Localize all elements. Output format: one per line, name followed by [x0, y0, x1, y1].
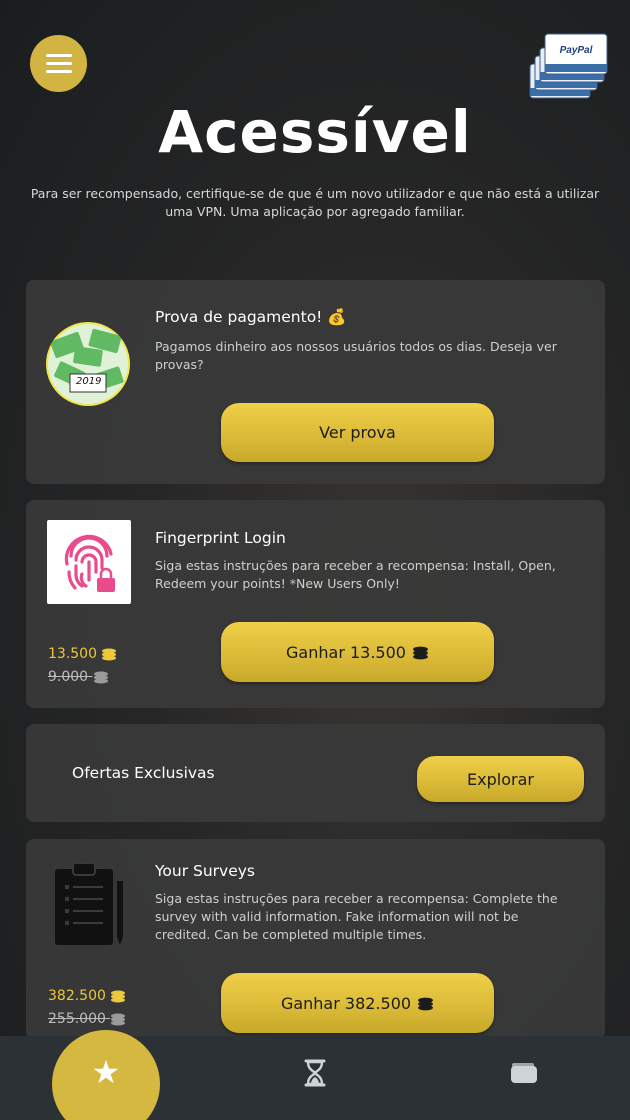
coins-icon — [111, 1013, 126, 1026]
fingerprint-price-new-value: 13.500 — [48, 646, 97, 662]
earn-fingerprint-button-label: Ganhar 13.500 — [286, 642, 406, 662]
fingerprint-app-icon — [47, 520, 131, 604]
page-subtitle: Para ser recompensado, certifique-se de … — [30, 186, 600, 219]
coins-icon — [111, 990, 126, 1003]
coins-icon — [413, 646, 428, 659]
surveys-price-old: 255.000 — [48, 1011, 126, 1027]
menu-line — [45, 62, 72, 65]
surveys-price-old-value: 255.000 — [48, 1011, 106, 1027]
explore-button-label: Explorar — [467, 769, 534, 789]
proof-image: 2019 — [46, 322, 130, 406]
coins-icon — [418, 997, 433, 1010]
view-proof-button-label: Ver prova — [319, 423, 396, 442]
coins-icon — [102, 648, 117, 661]
wallet-icon — [511, 1063, 537, 1083]
explore-button[interactable]: Explorar — [417, 756, 584, 802]
surveys-price-new-value: 382.500 — [48, 988, 106, 1004]
coins-icon — [93, 671, 108, 684]
hourglass-icon — [304, 1059, 326, 1087]
paypal-cards-icon[interactable]: PayPal — [528, 30, 610, 102]
fingerprint-offer-title: Fingerprint Login — [155, 529, 286, 547]
proof-card: 2019 Prova de pagamento! 💰 Pagamos dinhe… — [26, 280, 605, 484]
earn-surveys-button-label: Ganhar 382.500 — [280, 993, 412, 1013]
exclusive-offers-title: Ofertas Exclusivas — [72, 764, 215, 782]
proof-image-year: 2019 — [76, 376, 102, 387]
menu-line — [45, 54, 72, 57]
earn-fingerprint-button[interactable]: Ganhar 13.500 — [221, 622, 494, 682]
svg-text:PayPal: PayPal — [560, 45, 593, 56]
menu-line — [45, 70, 72, 73]
fingerprint-price-old-value: 9.000 — [48, 669, 89, 685]
proof-card-title: Prova de pagamento! 💰 — [155, 308, 347, 326]
surveys-offer-card[interactable]: Your Surveys Siga estas instruções para … — [26, 839, 605, 1039]
star-icon: ★ — [91, 1053, 121, 1091]
exclusive-offers-card: Ofertas Exclusivas Explorar — [26, 724, 605, 822]
tab-history[interactable] — [298, 1056, 332, 1090]
fingerprint-price-new: 13.500 — [48, 646, 117, 662]
fingerprint-offer-description: Siga estas instruções para receber a rec… — [155, 558, 556, 591]
page-title: Acessível — [158, 98, 472, 166]
tab-wallet[interactable] — [507, 1056, 541, 1090]
fingerprint-price-old: 9.000 — [48, 669, 109, 685]
fingerprint-offer-card[interactable]: Fingerprint Login Siga estas instruções … — [26, 500, 605, 708]
proof-card-description: Pagamos dinheiro aos nossos usuários tod… — [155, 339, 557, 372]
view-proof-button[interactable]: Ver prova — [221, 403, 494, 462]
menu-button[interactable] — [30, 35, 87, 92]
surveys-offer-title: Your Surveys — [155, 862, 256, 880]
surveys-price-new: 382.500 — [48, 988, 126, 1004]
earn-surveys-button[interactable]: Ganhar 382.500 — [221, 973, 494, 1033]
surveys-offer-description: Siga estas instruções para receber a rec… — [155, 891, 558, 942]
clipboard-icon — [53, 861, 127, 947]
